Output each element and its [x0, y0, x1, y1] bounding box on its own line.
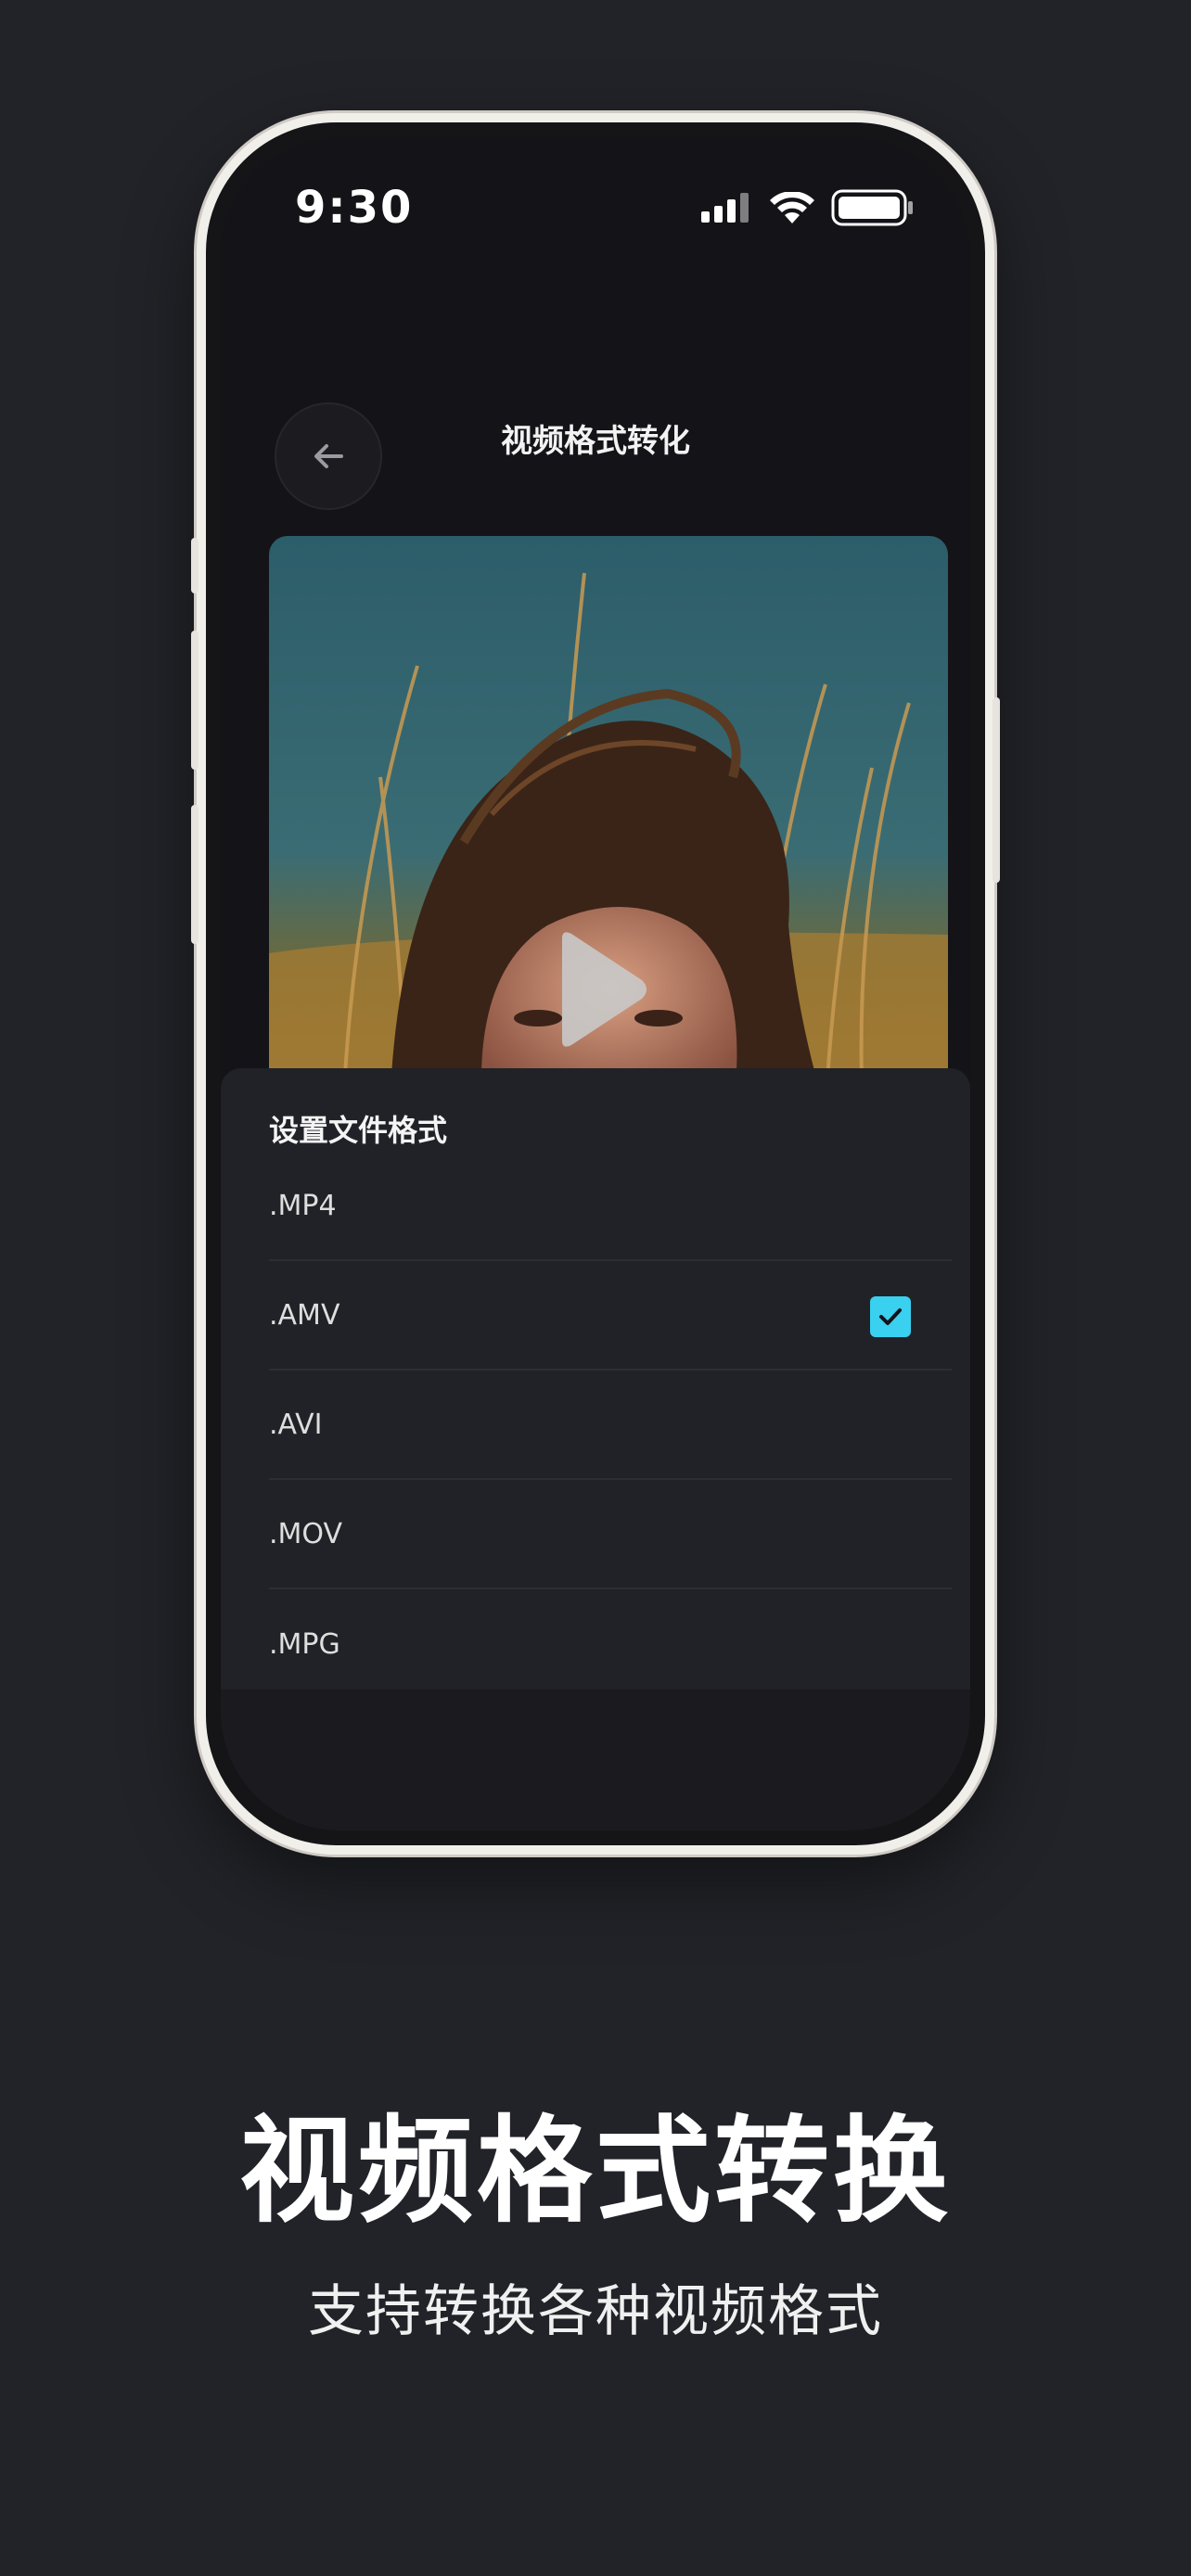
mute-switch	[191, 538, 198, 593]
power-button	[992, 697, 1000, 883]
status-time: 9:30	[295, 182, 414, 234]
format-label: .MPG	[269, 1627, 340, 1661]
status-icons	[701, 189, 915, 226]
volume-down-button	[191, 805, 198, 944]
format-option-mpg[interactable]: .MPG	[269, 1589, 952, 1699]
promo-subtitle: 支持转换各种视频格式	[308, 2279, 883, 2344]
format-label: .AVI	[269, 1408, 323, 1441]
page-title: 视频格式转化	[501, 423, 690, 460]
checkmark-icon	[879, 1308, 902, 1325]
format-label: .MP4	[269, 1189, 337, 1222]
format-option-amv[interactable]: .AMV	[269, 1261, 952, 1371]
format-label: .MOV	[269, 1517, 343, 1550]
selected-checkbox[interactable]	[870, 1296, 911, 1337]
phone-screen: 9:30 视频格式转化 设置文件格式 .MP4 .AMV .AVI .MOV .…	[221, 137, 970, 1830]
signal-icon	[701, 193, 749, 223]
format-option-avi[interactable]: .AVI	[269, 1371, 952, 1480]
screen-bottom-area	[221, 1690, 970, 1830]
format-option-mov[interactable]: .MOV	[269, 1480, 952, 1589]
promo-title: 视频格式转换	[238, 2105, 952, 2238]
wifi-icon	[770, 192, 814, 223]
video-preview[interactable]	[269, 536, 948, 1111]
sheet-title: 设置文件格式	[269, 1113, 448, 1148]
battery-icon	[831, 189, 913, 226]
play-icon[interactable]	[549, 929, 651, 1050]
format-label: .AMV	[269, 1298, 340, 1332]
volume-up-button	[191, 631, 198, 770]
format-option-mp4[interactable]: .MP4	[269, 1152, 952, 1261]
phone-frame: 9:30 视频格式转化 设置文件格式 .MP4 .AMV .AVI .MOV .…	[191, 113, 1000, 1855]
format-sheet: 设置文件格式 .MP4 .AMV .AVI .MOV .MPG	[221, 1068, 970, 1690]
